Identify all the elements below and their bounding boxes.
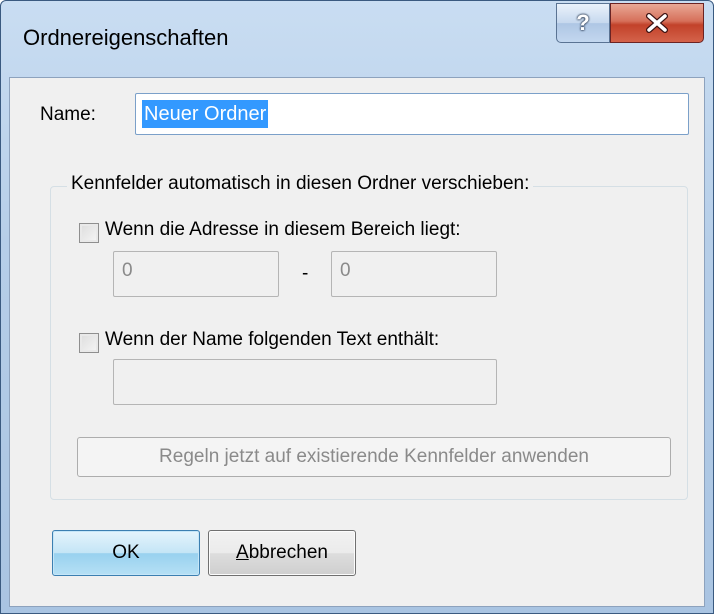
close-icon [646,13,668,33]
name-rule-checkbox[interactable] [79,333,99,353]
group-legend: Kennfelder automatisch in diesen Ordner … [67,173,534,195]
address-to-input[interactable]: 0 [331,251,497,297]
ok-button[interactable]: OK [52,530,200,576]
cancel-label-rest: bbrechen [248,542,328,563]
name-input[interactable]: Neuer Ordner [135,93,689,135]
address-from-input[interactable]: 0 [113,251,279,297]
address-range-separator: - [302,263,309,284]
name-input-value: Neuer Ordner [142,100,269,128]
name-label: Name: [40,104,96,125]
name-rule-label[interactable]: Wenn der Name folgenden Text enthält: [105,329,439,351]
address-rule-label[interactable]: Wenn die Adresse in diesem Bereich liegt… [105,219,461,241]
apply-rules-button[interactable]: Regeln jetzt auf existierende Kennfelder… [77,437,671,477]
close-button[interactable] [610,3,704,43]
auto-move-group: Kennfelder automatisch in diesen Ordner … [50,173,688,500]
name-contains-input[interactable] [113,359,497,405]
cancel-button[interactable]: Abbrechen [208,530,356,576]
cancel-mnemonic: A [236,542,249,563]
help-button[interactable]: ? [556,3,610,43]
address-rule-checkbox[interactable] [79,223,99,243]
window-title: Ordnereigenschaften [23,25,229,50]
title-bar[interactable]: Ordnereigenschaften ? [1,1,713,77]
dialog-window: Ordnereigenschaften ? Name: Neuer Ordner… [0,0,714,614]
dialog-body: Name: Neuer Ordner Kennfelder automatisc… [9,77,705,607]
